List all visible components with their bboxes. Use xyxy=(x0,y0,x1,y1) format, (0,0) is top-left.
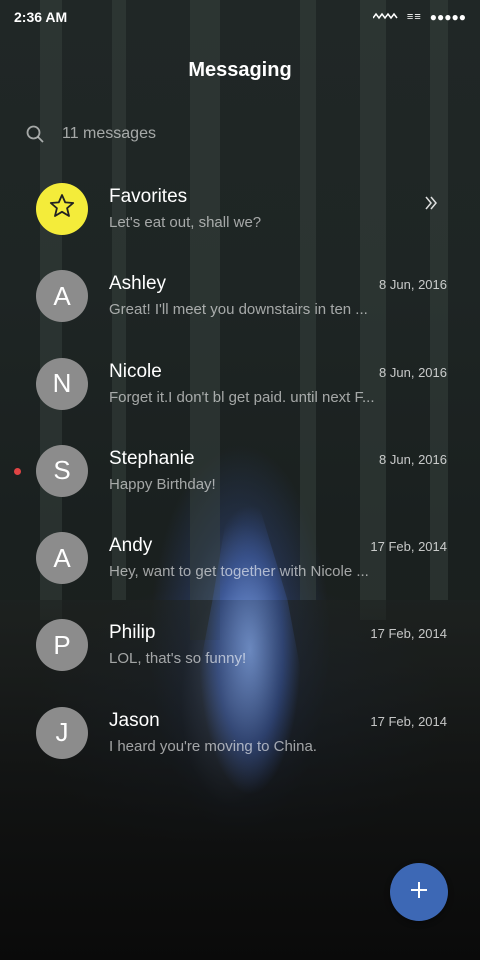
search-bar[interactable]: 11 messages xyxy=(26,114,456,154)
avatar: A xyxy=(36,532,88,585)
contact-name: Nicole xyxy=(109,360,162,382)
favorites-name: Favorites xyxy=(109,186,188,207)
status-icons: ≡≡ ●●●●● xyxy=(372,10,466,24)
app-header: Messaging xyxy=(0,40,480,100)
new-message-button[interactable] xyxy=(390,863,448,921)
avatar: P xyxy=(36,619,88,672)
signal-text: ≡≡ xyxy=(406,11,422,23)
message-date: 17 Feb, 2014 xyxy=(370,626,447,642)
contact-name: Jason xyxy=(109,709,160,731)
message-preview: I heard you're moving to China. xyxy=(109,737,317,755)
avatar: N xyxy=(36,357,88,410)
contact-name: Stephanie xyxy=(109,447,195,469)
avatar: J xyxy=(36,706,88,759)
message-date: 8 Jun, 2016 xyxy=(379,277,447,293)
message-preview: Great! I'll meet you downstairs in ten .… xyxy=(109,301,368,319)
contact-name: Philip xyxy=(109,622,156,644)
status-bar: 2:36 AM ≡≡ ●●●●● xyxy=(0,0,480,34)
message-preview: Forget it.I don't bl get paid. until nex… xyxy=(109,388,375,406)
search-icon xyxy=(26,125,44,143)
message-preview: LOL, that's so funny! xyxy=(109,650,247,668)
message-preview: Hey, want to get together with Nicole ..… xyxy=(109,563,369,581)
favorites-avatar xyxy=(36,183,88,235)
double-chevron-right-icon[interactable] xyxy=(425,196,437,215)
conversation-row-ashley[interactable]: A Ashley Great! I'll meet you downstairs… xyxy=(0,253,480,340)
conversation-row-philip[interactable]: P Philip LOL, that's so funny! 17 Feb, 2… xyxy=(0,602,480,689)
conversation-list: Favorites Let's eat out, shall we? A Ash… xyxy=(0,166,480,777)
conversation-row-stephanie[interactable]: S Stephanie Happy Birthday! 8 Jun, 2016 xyxy=(0,428,480,515)
avatar: A xyxy=(36,270,88,323)
message-date: 17 Feb, 2014 xyxy=(370,539,447,555)
status-time: 2:36 AM xyxy=(14,9,68,25)
message-date: 8 Jun, 2016 xyxy=(379,451,447,467)
message-date: 8 Jun, 2016 xyxy=(379,364,447,380)
contact-name: Andy xyxy=(109,535,153,557)
star-icon xyxy=(49,193,75,226)
message-preview: Happy Birthday! xyxy=(109,475,216,493)
signal-dots-icon: ●●●●● xyxy=(429,10,466,24)
favorites-preview: Let's eat out, shall we? xyxy=(109,214,262,231)
plus-icon xyxy=(409,880,429,905)
avatar: S xyxy=(36,444,88,497)
conversation-row-nicole[interactable]: N Nicole Forget it.I don't bl get paid. … xyxy=(0,341,480,428)
message-date: 17 Feb, 2014 xyxy=(370,713,447,729)
conversation-row-jason[interactable]: J Jason I heard you're moving to China. … xyxy=(0,690,480,777)
conversation-row-andy[interactable]: A Andy Hey, want to get together with Ni… xyxy=(0,515,480,602)
unread-indicator-dot xyxy=(14,467,21,475)
favorites-row[interactable]: Favorites Let's eat out, shall we? xyxy=(0,166,480,253)
search-placeholder: 11 messages xyxy=(62,125,156,142)
contact-name: Ashley xyxy=(109,273,167,295)
page-title: Messaging xyxy=(188,58,292,81)
wifi-icon xyxy=(372,11,399,23)
